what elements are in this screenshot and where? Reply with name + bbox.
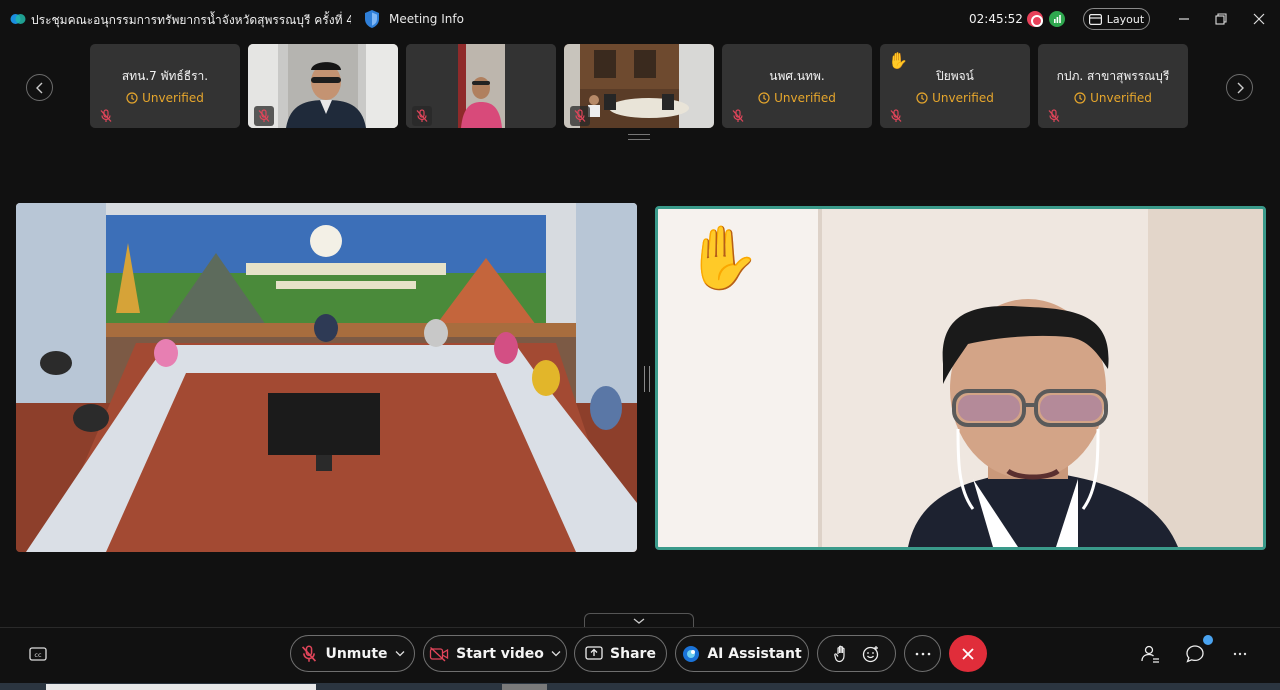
mic-off-icon (258, 109, 270, 122)
chevron-down-icon[interactable] (395, 650, 405, 657)
verification-status: Unverified (1038, 91, 1188, 105)
participant-name: กปภ. สาขาสุพรรณบุรี (1056, 69, 1170, 83)
ai-assistant-button[interactable]: AI Assistant (675, 635, 809, 672)
mic-off-icon (732, 109, 744, 122)
clock-icon (916, 92, 928, 104)
chat-icon (1186, 645, 1204, 663)
meeting-info-label: Meeting Info (389, 12, 464, 26)
participant-name: สทน.7 พัทธ์ธีรา. (121, 69, 209, 83)
chevron-down-icon (633, 617, 645, 624)
reactions-group (817, 635, 896, 672)
title-bar: ประชุมคณะอนุกรรมการทรัพยากรน้ำจังหวัดสุพ… (0, 0, 1280, 38)
video-splitter[interactable] (644, 366, 650, 392)
clock-icon (1074, 92, 1086, 104)
participant-name: ปิยพจน์ (936, 69, 974, 83)
participant-tile-video[interactable] (564, 44, 714, 128)
participant-tile[interactable]: สทน.7 พัทธ์ธีรา. Unverified (90, 44, 240, 128)
signal-icon[interactable] (1049, 11, 1065, 27)
restore-icon (1215, 13, 1227, 25)
filmstrip-resize-handle[interactable] (628, 134, 650, 140)
participants-icon (1141, 645, 1159, 663)
clock-icon (758, 92, 770, 104)
chat-notification-badge (1203, 635, 1213, 645)
verification-label: Unverified (774, 91, 836, 105)
more-icon (1233, 652, 1247, 656)
active-speaker-video[interactable]: ✋ (655, 206, 1266, 550)
unmute-button[interactable]: Unmute (290, 635, 415, 672)
chevron-down-icon[interactable] (551, 650, 561, 657)
more-options-button[interactable] (904, 635, 941, 672)
participants-button[interactable] (1139, 643, 1161, 665)
taskbar-item[interactable] (46, 684, 316, 690)
svg-text:cc: cc (34, 651, 42, 659)
webex-logo-icon (10, 14, 26, 24)
captions-button[interactable]: cc (27, 643, 49, 665)
minimize-icon (1179, 18, 1189, 20)
restore-button[interactable] (1210, 8, 1232, 30)
start-video-button[interactable]: Start video (423, 635, 567, 672)
record-icon[interactable] (1027, 11, 1043, 27)
ai-assistant-icon (683, 645, 700, 662)
conference-room-video[interactable] (16, 203, 637, 552)
share-screen-icon (585, 646, 603, 660)
unmute-label: Unmute (325, 645, 388, 662)
more-icon (915, 652, 930, 655)
mic-off-icon (1048, 109, 1060, 122)
ai-assistant-label: AI Assistant (707, 645, 802, 662)
close-icon (1253, 13, 1265, 25)
participant-tile[interactable]: ✋ ปิยพจน์ Unverified (880, 44, 1030, 128)
reactions-icon[interactable] (862, 645, 880, 663)
mic-off-icon (100, 109, 112, 122)
taskbar-item[interactable] (502, 684, 547, 690)
filmstrip-next-button[interactable] (1226, 74, 1253, 101)
shield-icon (365, 10, 379, 28)
minimize-button[interactable] (1173, 8, 1195, 30)
raise-hand-button-icon[interactable] (833, 645, 850, 663)
close-window-button[interactable] (1248, 8, 1270, 30)
meeting-info-button[interactable]: Meeting Info (363, 9, 464, 29)
participant-name: นพศ.นทพ. (769, 69, 825, 83)
captions-icon: cc (29, 647, 47, 661)
layout-icon (1088, 13, 1102, 25)
leave-meeting-button[interactable] (949, 635, 987, 672)
verification-status: Unverified (722, 91, 872, 105)
conference-room-scene (16, 203, 637, 552)
participant-tile-video[interactable] (248, 44, 398, 128)
chevron-right-icon (1237, 82, 1244, 93)
layout-label: Layout (1106, 12, 1145, 26)
verification-label: Unverified (1090, 91, 1152, 105)
participant-tile[interactable]: นพศ.นทพ. Unverified (722, 44, 872, 128)
layout-button[interactable]: Layout (1083, 8, 1150, 30)
verification-status: Unverified (90, 91, 240, 105)
meeting-title: ประชุมคณะอนุกรรมการทรัพยากรน้ำจังหวัดสุพ… (31, 13, 351, 27)
participant-tile-video[interactable] (406, 44, 556, 128)
clock-icon (126, 92, 138, 104)
share-label: Share (610, 645, 656, 662)
chevron-left-icon (35, 82, 42, 93)
share-button[interactable]: Share (574, 635, 667, 672)
meeting-timer: 02:45:52 (969, 12, 1023, 26)
mic-off-icon (302, 645, 317, 662)
raised-hand-icon: ✋ (684, 221, 762, 294)
start-video-label: Start video (456, 645, 544, 662)
verification-label: Unverified (142, 91, 204, 105)
verification-label: Unverified (932, 91, 994, 105)
mic-off-icon (890, 109, 902, 122)
toolbar-divider (0, 627, 1280, 628)
mic-off-icon (416, 109, 428, 122)
video-off-icon (429, 646, 449, 662)
filmstrip-prev-button[interactable] (26, 74, 53, 101)
more-menu-button[interactable] (1229, 643, 1251, 665)
verification-status: Unverified (880, 91, 1030, 105)
participant-tile[interactable]: กปภ. สาขาสุพรรณบุรี Unverified (1038, 44, 1188, 128)
chat-button[interactable] (1184, 643, 1206, 665)
collapse-toolbar-button[interactable] (584, 613, 694, 627)
mic-off-icon (574, 109, 586, 122)
end-call-icon (962, 647, 974, 660)
